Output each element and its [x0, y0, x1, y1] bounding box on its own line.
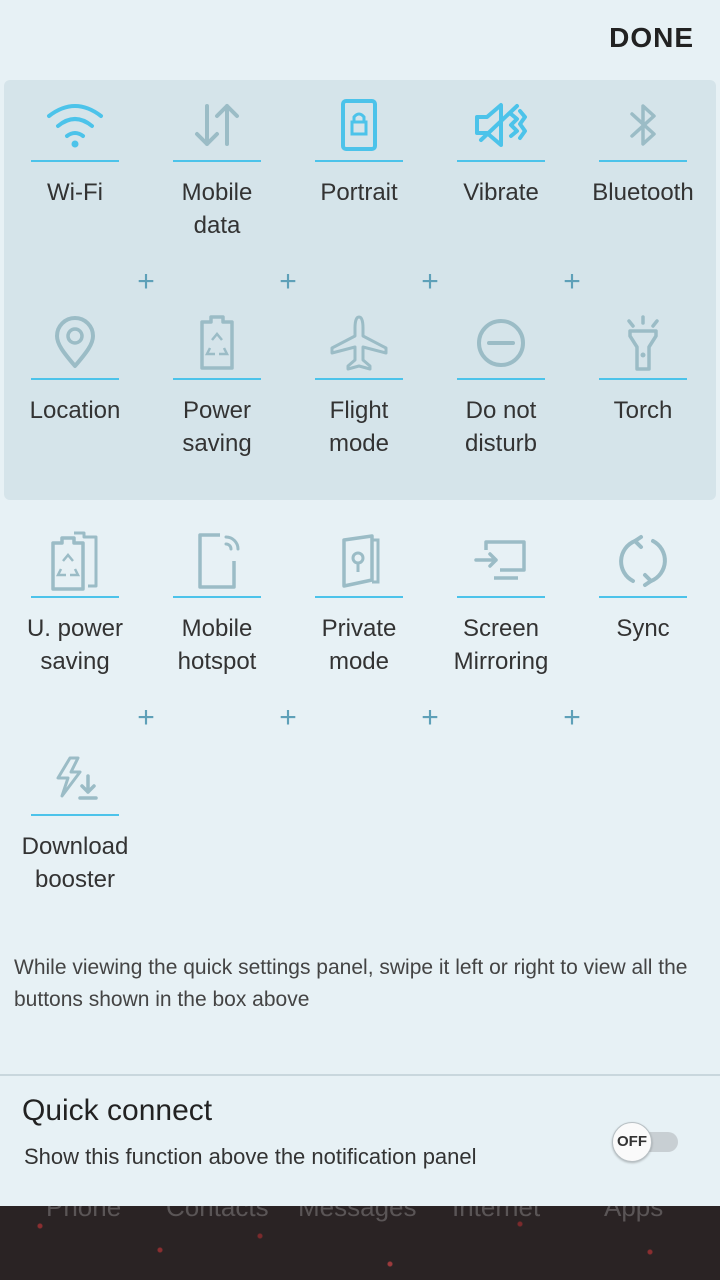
tile-label: Screen Mirroring [453, 615, 549, 675]
tile-screen-mirroring[interactable]: Screen Mirroring [430, 526, 572, 678]
add-icon[interactable]: + [418, 703, 442, 733]
tile-label: Mobile hotspot [177, 615, 257, 675]
tile-torch[interactable]: Torch [572, 308, 714, 427]
mobile-data-icon [146, 90, 288, 160]
tile-vibrate[interactable]: Vibrate [430, 90, 572, 209]
download-booster-icon [4, 744, 146, 814]
tile-ultra-power-saving[interactable]: U. power saving [4, 526, 146, 678]
tile-label: U. power saving [26, 615, 124, 675]
quick-connect-toggle[interactable]: OFF [612, 1122, 682, 1162]
tile-label: Flight mode [328, 397, 390, 457]
dock-label: Apps [604, 1206, 664, 1222]
tile-label: Mobile data [181, 179, 253, 239]
ultra-power-saving-icon [4, 526, 146, 596]
quick-connect-description: Show this function above the notificatio… [24, 1144, 477, 1169]
do-not-disturb-icon [430, 308, 572, 378]
sync-icon [572, 526, 714, 596]
tile-sync[interactable]: Sync [572, 526, 714, 645]
location-icon [4, 308, 146, 378]
vibrate-icon [430, 90, 572, 160]
tile-label: Do not disturb [464, 397, 538, 457]
tile-private-mode[interactable]: Private mode [288, 526, 430, 678]
power-saving-icon [146, 308, 288, 378]
home-screen-background: Phone Contacts Messages Internet Apps [0, 1206, 720, 1280]
wifi-icon [4, 90, 146, 160]
tile-wifi[interactable]: Wi-Fi [4, 90, 146, 209]
tile-label: Power saving [182, 397, 252, 457]
tile-do-not-disturb[interactable]: Do not disturb [430, 308, 572, 460]
portrait-rotation-icon [288, 90, 430, 160]
tile-location[interactable]: Location [4, 308, 146, 427]
tile-label: Sync [616, 615, 670, 642]
add-icon[interactable]: + [418, 267, 442, 297]
toggle-knob: OFF [612, 1122, 652, 1162]
add-icon[interactable]: + [134, 703, 158, 733]
add-icon[interactable]: + [276, 703, 300, 733]
add-icon[interactable]: + [560, 267, 584, 297]
done-button[interactable]: DONE [609, 22, 694, 54]
tile-label: Torch [613, 397, 673, 424]
add-icon[interactable]: + [134, 267, 158, 297]
dock-label: Messages [298, 1206, 417, 1222]
tile-mobile-data[interactable]: Mobile data [146, 90, 288, 242]
tile-label: Portrait [320, 179, 398, 206]
tile-portrait[interactable]: Portrait [288, 90, 430, 209]
tile-mobile-hotspot[interactable]: Mobile hotspot [146, 526, 288, 678]
dock-label: Contacts [166, 1206, 269, 1222]
dock-label: Internet [452, 1206, 541, 1222]
tile-label: Download booster [21, 833, 129, 893]
dock-label: Phone [46, 1206, 122, 1222]
add-icon[interactable]: + [276, 267, 300, 297]
tile-flight-mode[interactable]: Flight mode [288, 308, 430, 460]
tile-label: Wi-Fi [47, 179, 103, 206]
add-icon[interactable]: + [560, 703, 584, 733]
mobile-hotspot-icon [146, 526, 288, 596]
tile-label: Bluetooth [592, 179, 694, 206]
quick-connect-title: Quick connect [22, 1094, 213, 1127]
private-mode-icon [288, 526, 430, 596]
tile-power-saving[interactable]: Power saving [146, 308, 288, 460]
flight-mode-icon [288, 308, 430, 378]
tile-label: Private mode [321, 615, 397, 675]
quick-connect-section[interactable]: Quick connect Show this function above t… [0, 1074, 720, 1208]
tile-bluetooth[interactable]: Bluetooth [572, 90, 714, 209]
hint-text: While viewing the quick settings panel, … [14, 956, 688, 1011]
tile-download-booster[interactable]: Download booster [4, 744, 146, 896]
torch-icon [572, 308, 714, 378]
bluetooth-icon [572, 90, 714, 160]
tile-label: Vibrate [463, 179, 539, 206]
tile-label: Location [29, 397, 121, 424]
screen-mirroring-icon [430, 526, 572, 596]
